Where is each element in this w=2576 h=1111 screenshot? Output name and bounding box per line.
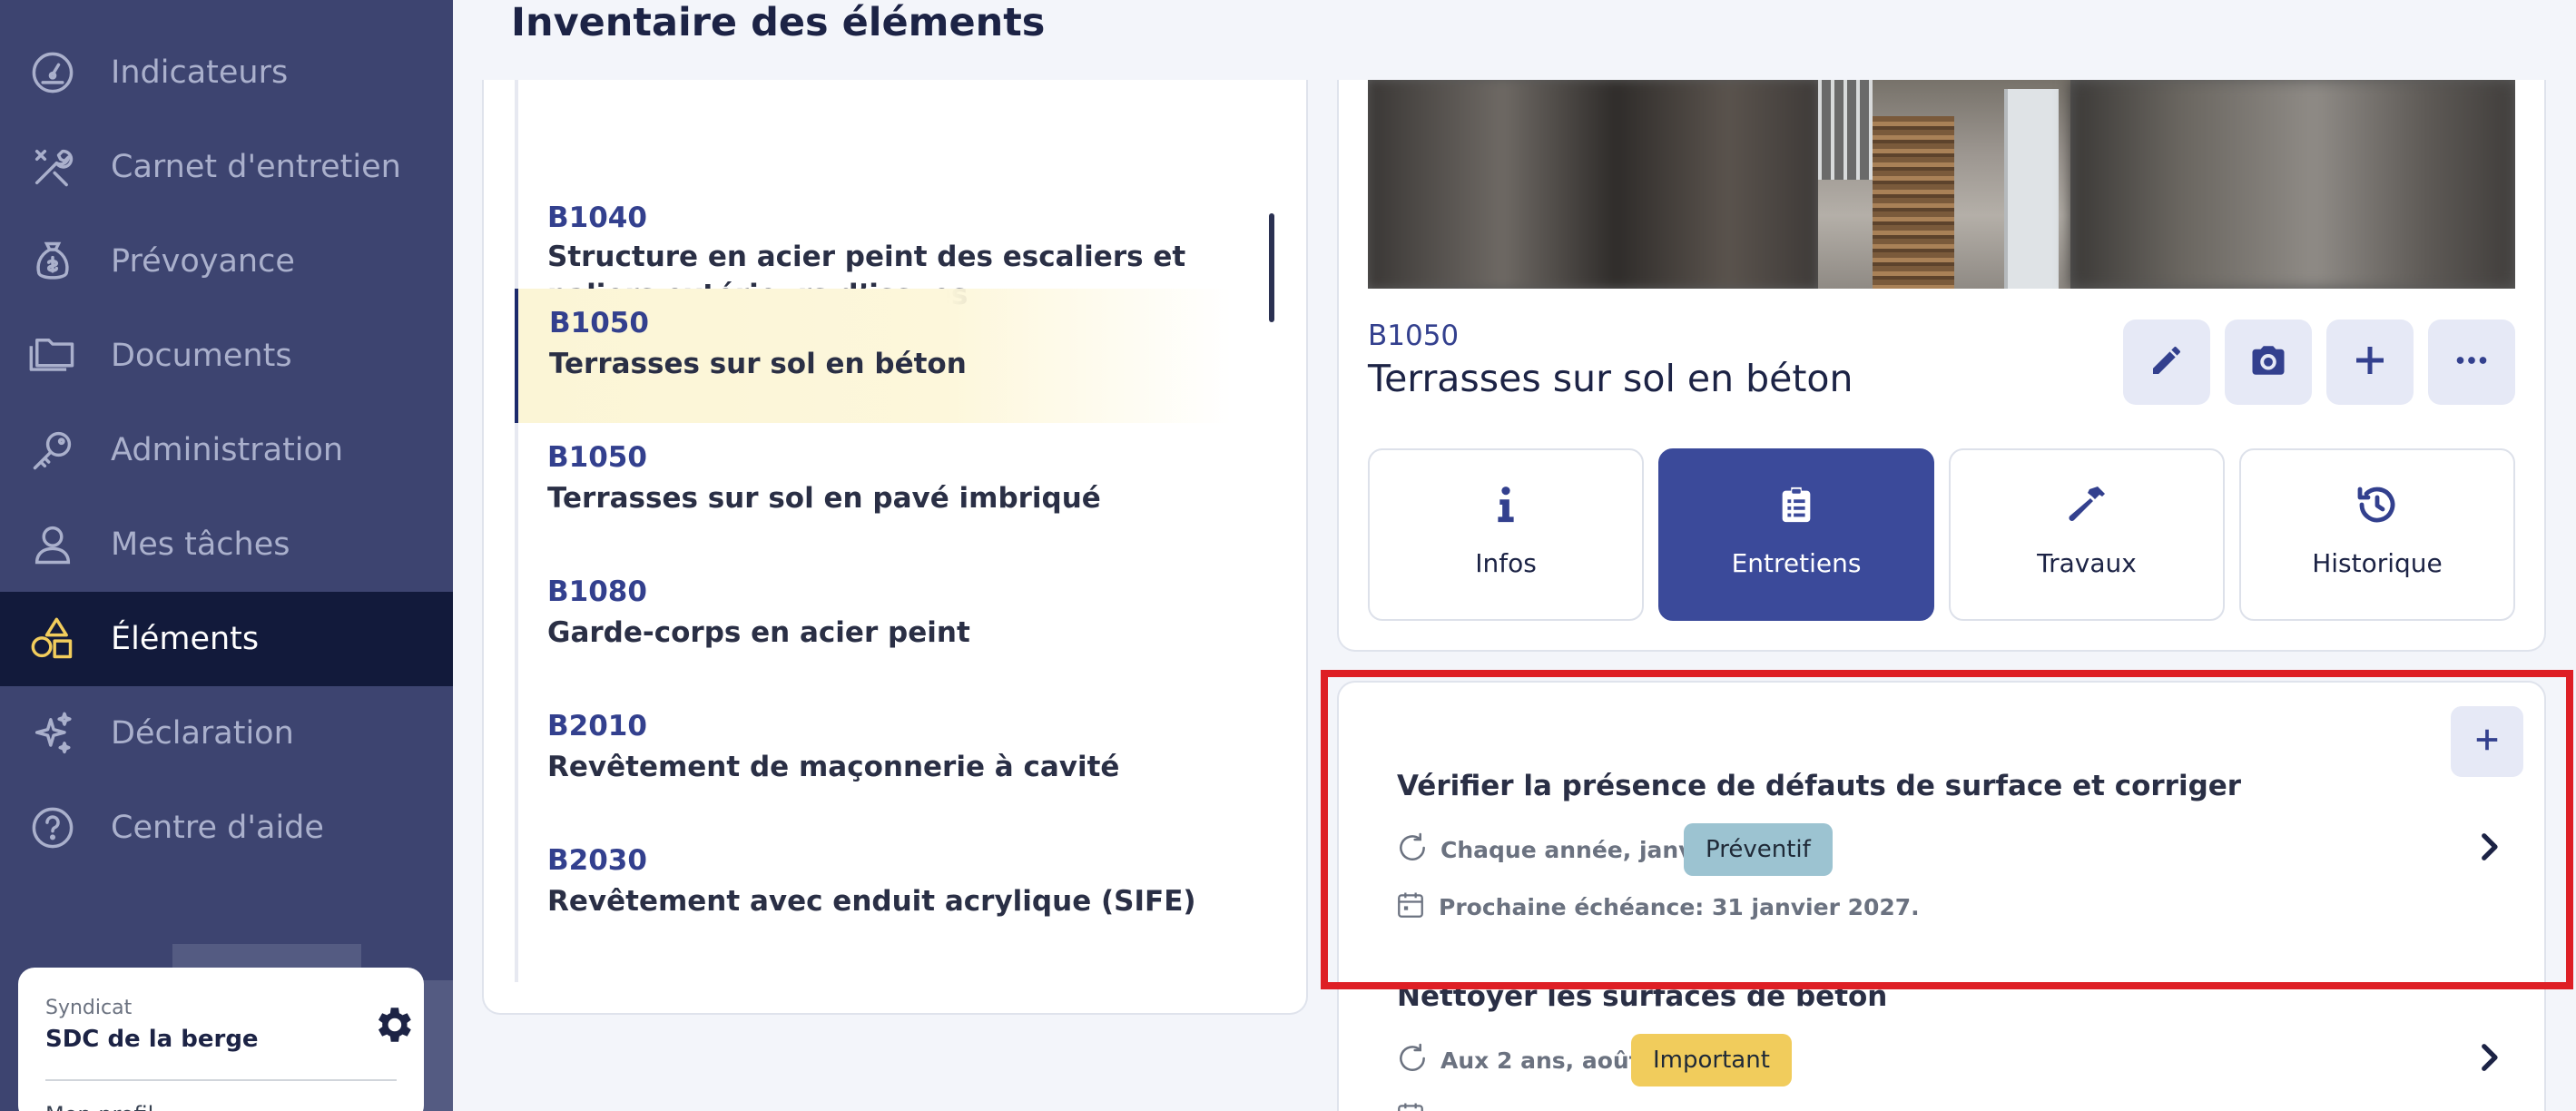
list-item[interactable]: B1050 Terrasses sur sol en pavé imbriqué (516, 423, 1234, 557)
calendar-icon (1395, 1100, 1426, 1111)
shapes-icon (27, 614, 78, 664)
nav-item-mes-taches[interactable]: Mes tâches (0, 497, 453, 592)
nav-item-carnet-entretien[interactable]: Carnet d'entretien (0, 120, 453, 214)
nav-item-documents[interactable]: Documents (0, 309, 453, 403)
help-circle-icon (27, 802, 78, 853)
frequency-text: Aux 2 ans, août (1440, 1047, 1640, 1074)
gear-icon[interactable] (370, 1002, 416, 1047)
chevron-right-icon[interactable] (2474, 1038, 2503, 1077)
element-code: B1050 (1368, 320, 1460, 352)
more-icon (2453, 342, 2490, 382)
clipboard-icon (1660, 483, 1932, 528)
item-title: Revêtement avec enduit acrylique (SIFE) (547, 885, 1196, 918)
item-code: B2030 (547, 844, 647, 877)
item-code: B2010 (547, 710, 647, 742)
divider (45, 1079, 397, 1081)
syndicat-caption: Syndicat (45, 997, 133, 1019)
item-title: Terrasses sur sol en béton (549, 348, 967, 380)
tab-infos[interactable]: Infos (1368, 448, 1644, 621)
photo-railing (1818, 80, 1873, 180)
nav-label: Administration (111, 432, 344, 468)
item-code: B1040 (547, 202, 647, 234)
task-frequency: Aux 2 ans, août (1395, 1034, 1640, 1086)
list-item[interactable]: B2030 Revêtement avec enduit acrylique (… (516, 826, 1234, 960)
history-icon (2241, 483, 2513, 528)
badge-important: Important (1631, 1034, 1792, 1086)
money-bag-icon (27, 236, 78, 287)
gauge-icon (27, 47, 78, 98)
syndicat-card[interactable]: Syndicat SDC de la berge Mon profil (18, 968, 424, 1111)
element-title: Terrasses sur sol en béton (1368, 357, 1853, 400)
list-item[interactable]: B1040 Structure en acier peint des escal… (516, 136, 1234, 311)
camera-button[interactable] (2225, 320, 2312, 405)
tab-historique[interactable]: Historique (2239, 448, 2515, 621)
add-button[interactable] (2326, 320, 2414, 405)
key-icon (27, 425, 78, 476)
photo-center (1818, 80, 2070, 289)
nav-label: Documents (111, 338, 292, 374)
folders-icon (27, 330, 78, 381)
nav-label: Indicateurs (111, 54, 289, 91)
item-code: B1050 (549, 307, 649, 339)
nav-item-administration[interactable]: Administration (0, 403, 453, 497)
tab-entretiens[interactable]: Entretiens (1658, 448, 1934, 621)
list-scrollbar[interactable] (1269, 213, 1274, 322)
element-photo[interactable] (1368, 80, 2515, 289)
item-title: Garde-corps en acier peint (547, 616, 970, 649)
recurrence-icon (1395, 1041, 1430, 1079)
item-code: B1050 (547, 441, 647, 474)
photo-blurred-left (1368, 80, 1818, 289)
sparkles-icon (27, 708, 78, 759)
info-icon (1370, 483, 1642, 528)
tab-travaux[interactable]: Travaux (1949, 448, 2225, 621)
nav-item-centre-aide[interactable]: Centre d'aide (0, 781, 453, 875)
sidebar: Indicateurs Carnet d'entretien Prévoyanc… (0, 0, 453, 1111)
tab-label: Entretiens (1731, 548, 1862, 578)
more-button[interactable] (2428, 320, 2515, 405)
tab-label: Travaux (2037, 548, 2137, 578)
item-title: Revêtement de maçonnerie à cavité (547, 751, 1120, 783)
pencil-icon (2148, 342, 2185, 382)
nav-item-elements[interactable]: Éléments (0, 592, 453, 686)
nav-item-declaration[interactable]: Déclaration (0, 686, 453, 781)
tools-icon (27, 142, 78, 192)
highlight-annotation (1321, 670, 2573, 989)
nav-label: Prévoyance (111, 243, 295, 280)
nav-item-prevoyance[interactable]: Prévoyance (0, 214, 453, 309)
nav-label: Éléments (111, 621, 260, 657)
photo-door (2004, 89, 2059, 289)
decorative-shape (423, 980, 453, 1111)
list-item[interactable]: B2010 Revêtement de maçonnerie à cavité (516, 692, 1234, 826)
camera-icon (2249, 341, 2287, 383)
inventory-list: B1040 Structure en acier peint des escal… (482, 80, 1308, 1015)
nav-item-indicateurs[interactable]: Indicateurs (0, 25, 453, 120)
hammer-icon (1951, 483, 2223, 528)
photo-firewood (1873, 116, 1954, 289)
item-code: B1080 (547, 575, 647, 608)
item-title: Terrasses sur sol en pavé imbriqué (547, 482, 1101, 515)
profile-link[interactable]: Mon profil (45, 1102, 153, 1111)
photo-blurred-right (2070, 80, 2515, 289)
syndicat-name: SDC de la berge (45, 1026, 259, 1053)
task-due (1395, 1100, 1426, 1111)
user-icon (27, 519, 78, 570)
nav-label: Mes tâches (111, 526, 290, 563)
plus-icon (2352, 342, 2388, 382)
tab-label: Infos (1475, 548, 1537, 578)
nav-label: Carnet d'entretien (111, 149, 401, 185)
list-item-selected[interactable]: B1050 Terrasses sur sol en béton (515, 289, 1232, 423)
edit-button[interactable] (2123, 320, 2210, 405)
page-title: Inventaire des éléments (511, 0, 1046, 45)
nav-label: Centre d'aide (111, 810, 324, 846)
tab-label: Historique (2312, 548, 2443, 578)
list-item[interactable]: B1080 Garde-corps en acier peint (516, 557, 1234, 692)
nav-label: Déclaration (111, 715, 294, 752)
